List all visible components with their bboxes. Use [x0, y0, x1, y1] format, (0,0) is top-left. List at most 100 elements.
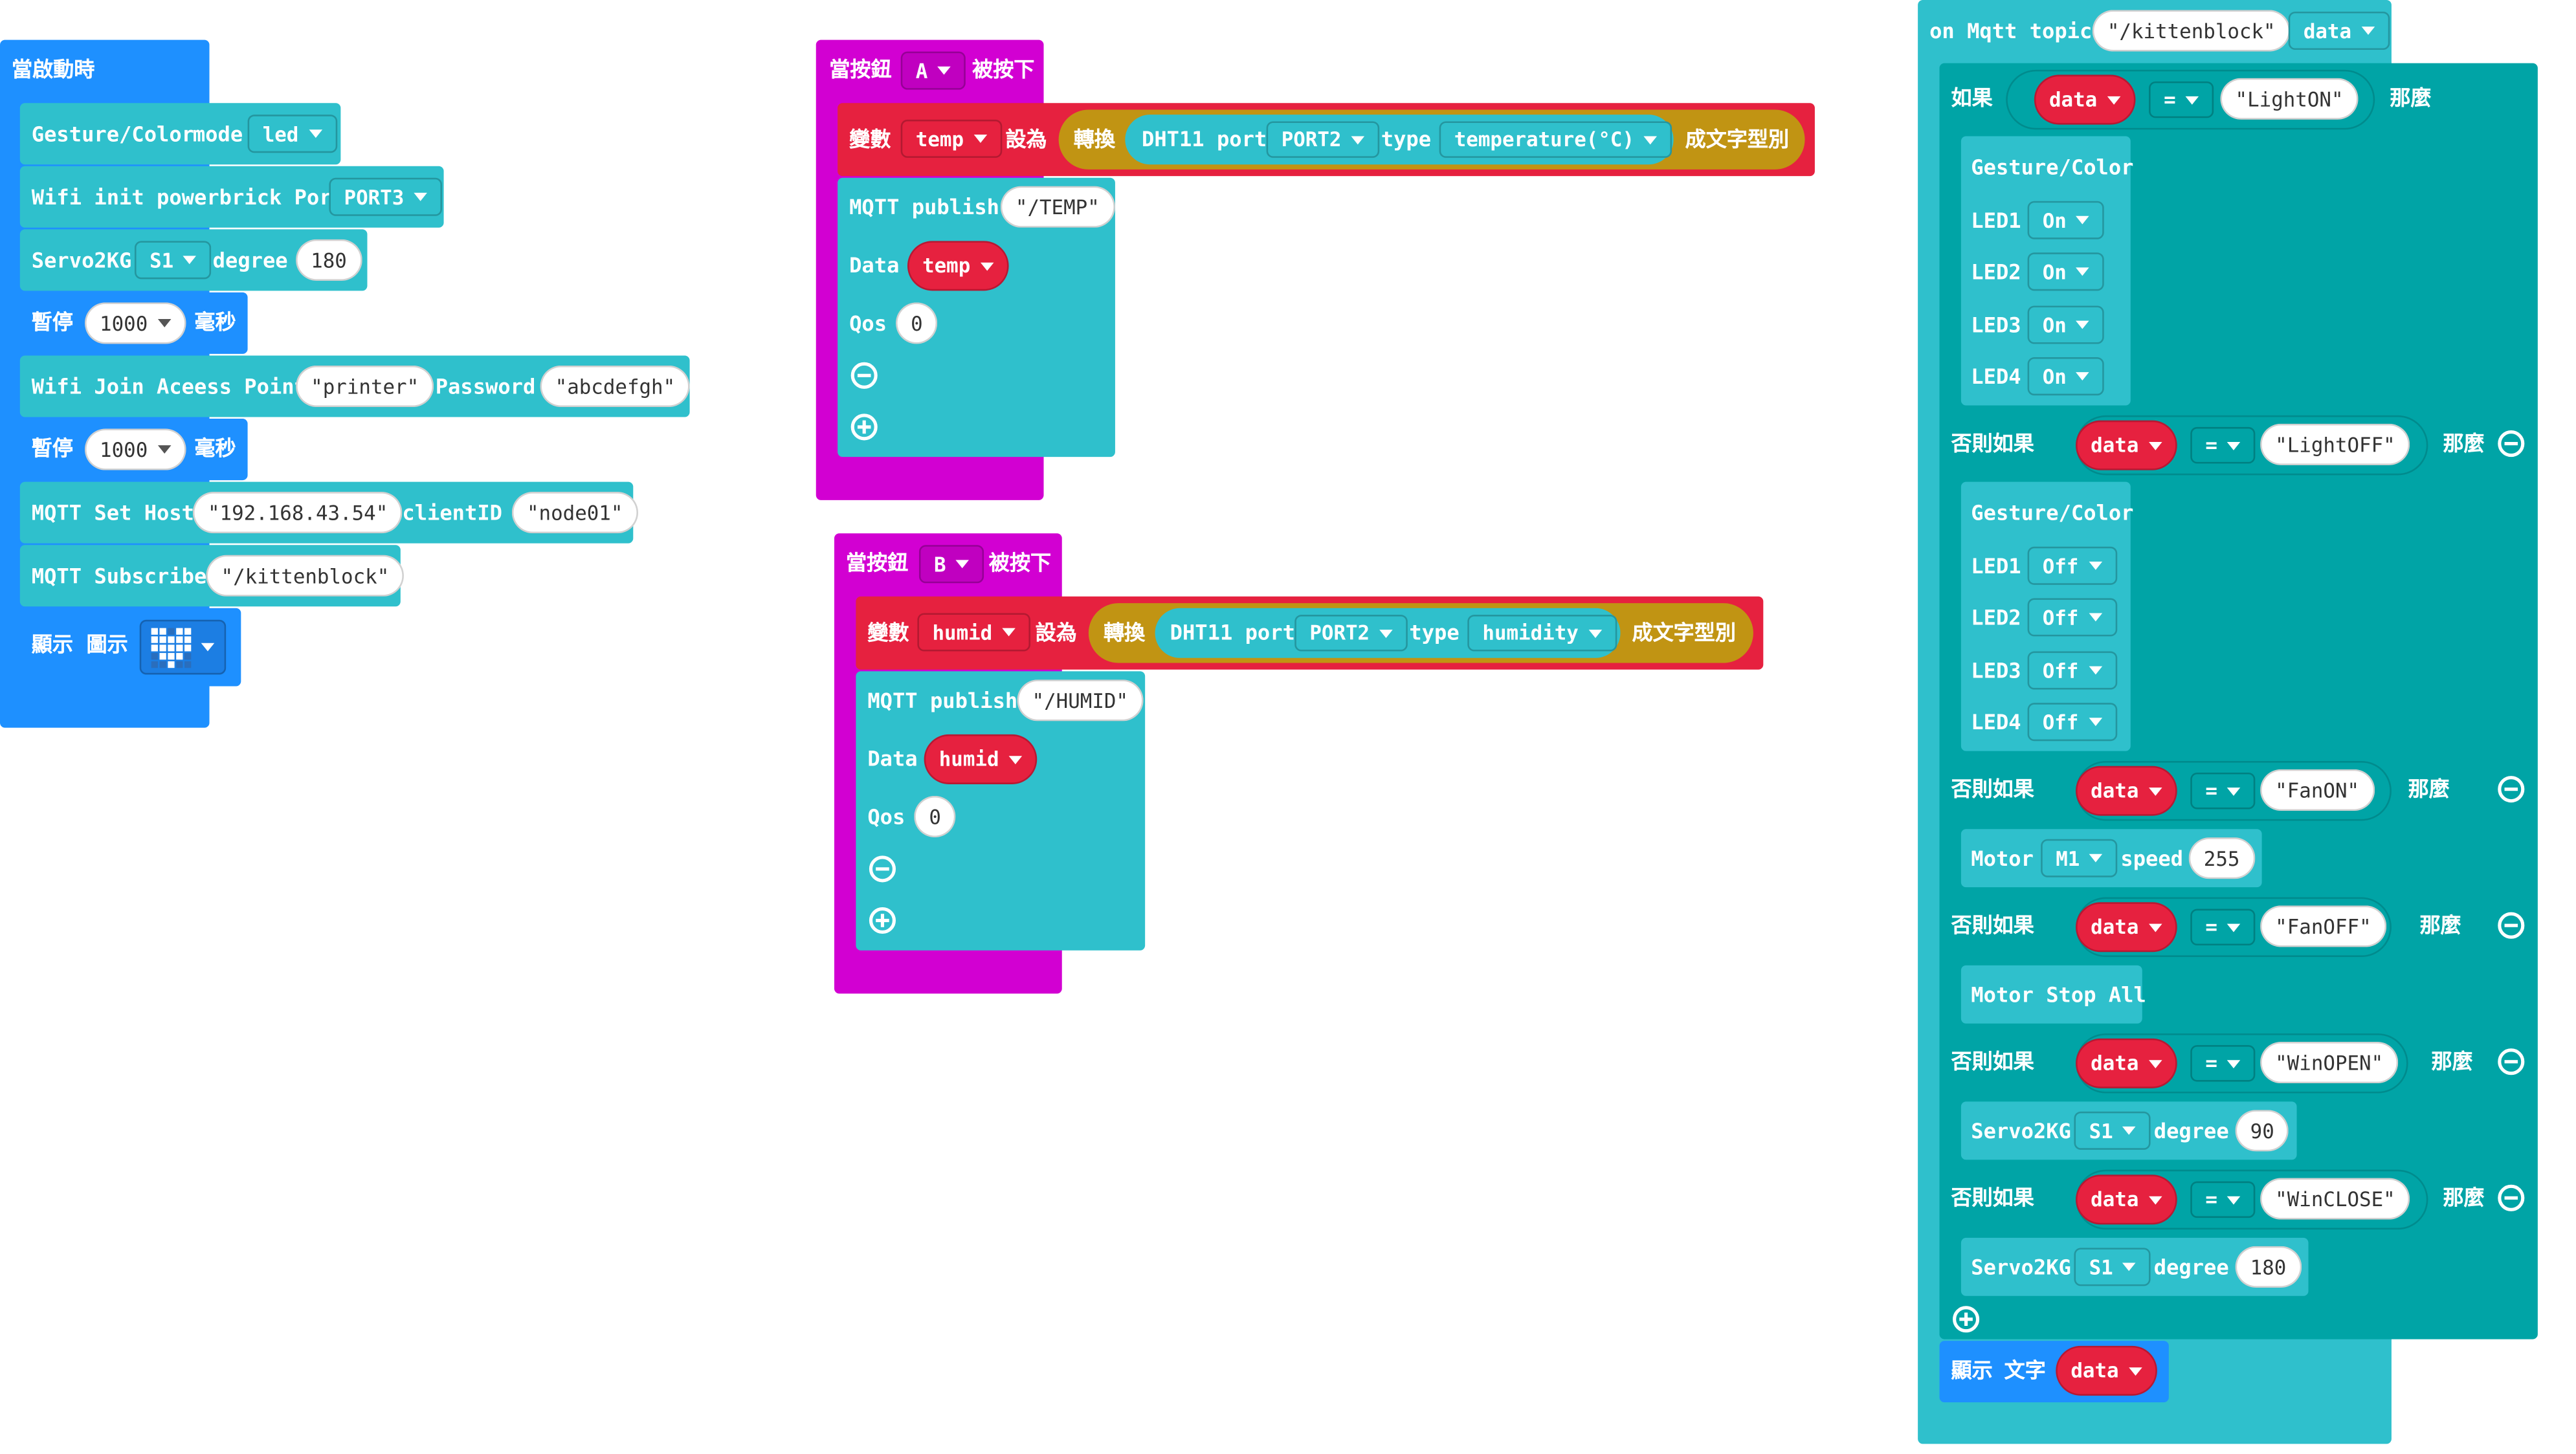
- servo-dropdown[interactable]: S1: [2074, 1111, 2151, 1150]
- led-label: LED4: [1971, 364, 2021, 389]
- variable-dropdown[interactable]: humid: [917, 613, 1031, 652]
- gesture-label: Gesture/Color: [1971, 154, 2134, 180]
- degree-input[interactable]: 180: [296, 239, 362, 281]
- remove-branch-icon[interactable]: [2498, 912, 2525, 939]
- data-variable[interactable]: humid: [924, 734, 1038, 784]
- type-dropdown[interactable]: humidity: [1467, 615, 1617, 652]
- servo-dropdown[interactable]: S1: [134, 241, 212, 280]
- mode-label: mode: [192, 121, 243, 146]
- dht11-port-dropdown[interactable]: PORT2: [1266, 121, 1380, 158]
- convert-label: 轉換: [1103, 619, 1146, 645]
- type-dropdown[interactable]: temperature(°C): [1439, 121, 1673, 158]
- publish-topic-input[interactable]: "/HUMID ": [1017, 679, 1144, 721]
- then-label: 那麼: [2408, 776, 2450, 801]
- degree-input[interactable]: 90: [2235, 1110, 2289, 1152]
- mqtt-subscribe-label: MQTT Subscribe: [31, 563, 207, 588]
- host-input[interactable]: " 192.168.43.54 ": [192, 492, 403, 534]
- led-state-dropdown[interactable]: Off: [2027, 651, 2117, 690]
- compare-value-input[interactable]: " WinOPEN ": [2260, 1041, 2399, 1084]
- mode-dropdown[interactable]: led: [247, 115, 337, 153]
- operator-dropdown[interactable]: =: [2190, 909, 2256, 946]
- degree-input[interactable]: 180: [2235, 1246, 2302, 1288]
- add-icon[interactable]: [850, 413, 878, 441]
- operator-dropdown[interactable]: =: [2190, 772, 2256, 810]
- remove-branch-icon[interactable]: [2498, 430, 2525, 457]
- operator-dropdown[interactable]: =: [2190, 1045, 2256, 1082]
- servo-dropdown[interactable]: S1: [2074, 1248, 2151, 1286]
- mqtt-topic-label: on Mqtt topic: [1929, 18, 2093, 43]
- operator-dropdown[interactable]: =: [2190, 426, 2256, 464]
- publish-topic-input[interactable]: "/TEMP ": [1000, 186, 1115, 228]
- led-state-dropdown[interactable]: On: [2027, 201, 2105, 239]
- port-dropdown[interactable]: PORT3: [329, 177, 443, 216]
- pause-ms-dropdown[interactable]: 1000: [84, 428, 186, 470]
- heart-icon: [151, 627, 192, 667]
- led-state-dropdown[interactable]: On: [2027, 252, 2105, 291]
- ssid-input[interactable]: " printer ": [296, 365, 434, 408]
- button-hat-pre-label: 當按鈕: [829, 56, 892, 82]
- led-state-dropdown[interactable]: On: [2027, 357, 2105, 396]
- data-variable[interactable]: data: [2034, 74, 2136, 125]
- blocks-workspace[interactable]: 當啟動時 Gesture/Color mode led Wifi init po…: [0, 0, 2576, 1454]
- led-state-dropdown[interactable]: On: [2027, 305, 2105, 344]
- data-variable[interactable]: data: [2076, 1038, 2177, 1088]
- compare-value-input[interactable]: " WinCLOSE ": [2260, 1178, 2410, 1220]
- motor-dropdown[interactable]: M1: [2041, 839, 2118, 877]
- led-state-dropdown[interactable]: Off: [2027, 546, 2117, 585]
- password-input[interactable]: " abcdefgh ": [540, 365, 691, 408]
- variable-label: 變數: [867, 619, 909, 645]
- dht11-port-dropdown[interactable]: PORT2: [1294, 615, 1408, 652]
- qos-input[interactable]: 0: [914, 795, 957, 838]
- data-variable[interactable]: data: [2056, 1345, 2157, 1396]
- data-variable[interactable]: data: [2076, 420, 2177, 470]
- handler-var-dropdown[interactable]: data: [2288, 11, 2390, 50]
- handler-topic-input[interactable]: "/kittenblock ": [2092, 10, 2291, 52]
- pause-label: 暫停: [31, 435, 74, 461]
- add-branch-icon[interactable]: [1953, 1306, 1980, 1333]
- degree-label: degree: [2153, 1254, 2229, 1280]
- speed-label: speed: [2120, 845, 2184, 871]
- operator-dropdown[interactable]: =: [2149, 81, 2214, 118]
- led-state-dropdown[interactable]: Off: [2027, 703, 2117, 742]
- qos-label: Qos: [867, 804, 905, 830]
- variable-label: 變數: [849, 126, 891, 151]
- subscribe-topic-input[interactable]: "/kittenblock ": [206, 555, 405, 597]
- set-to-label: 設為: [1035, 619, 1077, 645]
- remove-icon[interactable]: [869, 855, 896, 883]
- qos-input[interactable]: 0: [895, 302, 938, 344]
- led-label: LED4: [1971, 709, 2021, 734]
- speed-input[interactable]: 255: [2188, 837, 2255, 879]
- compare-value-input[interactable]: " LightOFF ": [2260, 423, 2410, 465]
- mqtt-publish-label: MQTT publish: [849, 194, 999, 219]
- compare-value-input[interactable]: " FanOFF ": [2260, 905, 2386, 947]
- remove-icon[interactable]: [850, 362, 878, 389]
- compare-value-input[interactable]: " LightON ": [2220, 78, 2359, 120]
- remove-branch-icon[interactable]: [2498, 1048, 2525, 1075]
- then-label: 那麼: [2431, 1048, 2473, 1074]
- show-label: 顯示: [31, 631, 74, 657]
- ms-label: 毫秒: [194, 435, 236, 461]
- remove-branch-icon[interactable]: [2498, 776, 2525, 803]
- on-start-label: 當啟動時: [11, 56, 95, 82]
- remove-branch-icon[interactable]: [2498, 1184, 2525, 1211]
- convert-label: 轉換: [1073, 126, 1115, 151]
- then-label: 那麼: [2443, 1184, 2485, 1210]
- data-variable[interactable]: data: [2076, 766, 2177, 816]
- pause-ms-dropdown[interactable]: 1000: [84, 302, 186, 344]
- wifi-init-label: Wifi init powerbrick Port: [31, 184, 344, 210]
- clientid-input[interactable]: " node01 ": [511, 492, 638, 534]
- data-variable[interactable]: data: [2076, 902, 2177, 953]
- data-variable[interactable]: temp: [907, 241, 1009, 291]
- variable-dropdown[interactable]: temp: [900, 119, 1003, 158]
- servo-label: Servo2KG: [31, 247, 132, 273]
- icon-dropdown[interactable]: [139, 619, 227, 675]
- compare-value-input[interactable]: " FanON ": [2260, 769, 2375, 811]
- operator-dropdown[interactable]: =: [2190, 1181, 2256, 1218]
- ms-label: 毫秒: [194, 309, 236, 335]
- button-dropdown[interactable]: B: [918, 545, 984, 584]
- button-dropdown[interactable]: A: [900, 51, 966, 90]
- servo-label: Servo2KG: [1971, 1254, 2071, 1280]
- add-icon[interactable]: [869, 907, 896, 934]
- led-state-dropdown[interactable]: Off: [2027, 598, 2117, 637]
- data-variable[interactable]: data: [2076, 1174, 2177, 1225]
